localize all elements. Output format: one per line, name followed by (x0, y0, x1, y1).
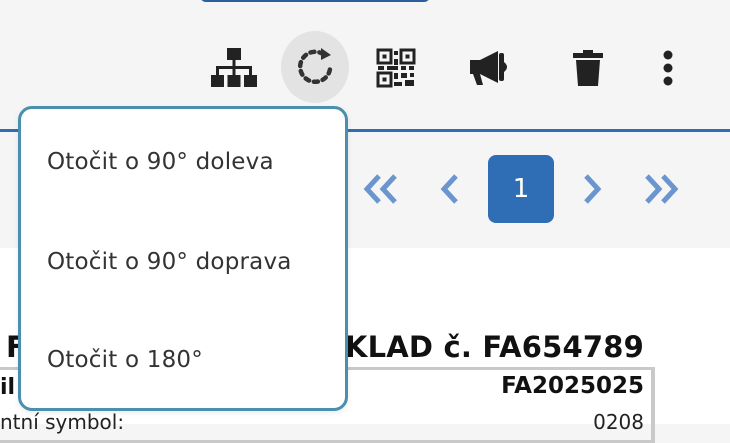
more-options-button[interactable] (636, 36, 700, 100)
table-row-value: FA2025025 (501, 373, 644, 399)
page-number: 1 (512, 174, 530, 204)
chevron-left-icon (440, 174, 460, 204)
qr-code-button[interactable] (364, 36, 428, 100)
rotate-button[interactable] (281, 31, 349, 103)
next-page-button[interactable] (572, 155, 612, 223)
structure-button[interactable] (202, 36, 266, 100)
delete-button[interactable] (556, 36, 620, 100)
menu-item-rotate-180[interactable]: Otočit o 180° (47, 347, 203, 373)
table-row-label: il (0, 375, 16, 400)
table-row-value: 0208 (593, 410, 644, 434)
sitemap-icon (211, 46, 257, 90)
menu-item-rotate-right[interactable]: Otočit o 90° doprava (47, 249, 292, 275)
previous-page-button[interactable] (430, 155, 470, 223)
trash-icon (572, 49, 604, 87)
menu-item-rotate-left[interactable]: Otočit o 90° doleva (47, 149, 274, 175)
rotate-icon (293, 45, 337, 89)
current-page-button[interactable]: 1 (488, 155, 554, 223)
megaphone-icon (468, 49, 512, 87)
more-vertical-icon (662, 50, 674, 86)
document-title: OKLAD č. FA654789 (320, 330, 644, 364)
double-chevron-right-icon (643, 174, 679, 204)
chevron-right-icon (582, 174, 602, 204)
first-page-button[interactable] (356, 155, 406, 223)
table-row-label: ntní symbol: (0, 410, 125, 434)
double-chevron-left-icon (363, 174, 399, 204)
last-page-button[interactable] (636, 155, 686, 223)
qr-code-icon (376, 48, 416, 88)
announce-button[interactable] (458, 36, 522, 100)
rotate-menu: Otočit o 90° doleva Otočit o 90° doprava… (18, 106, 348, 411)
